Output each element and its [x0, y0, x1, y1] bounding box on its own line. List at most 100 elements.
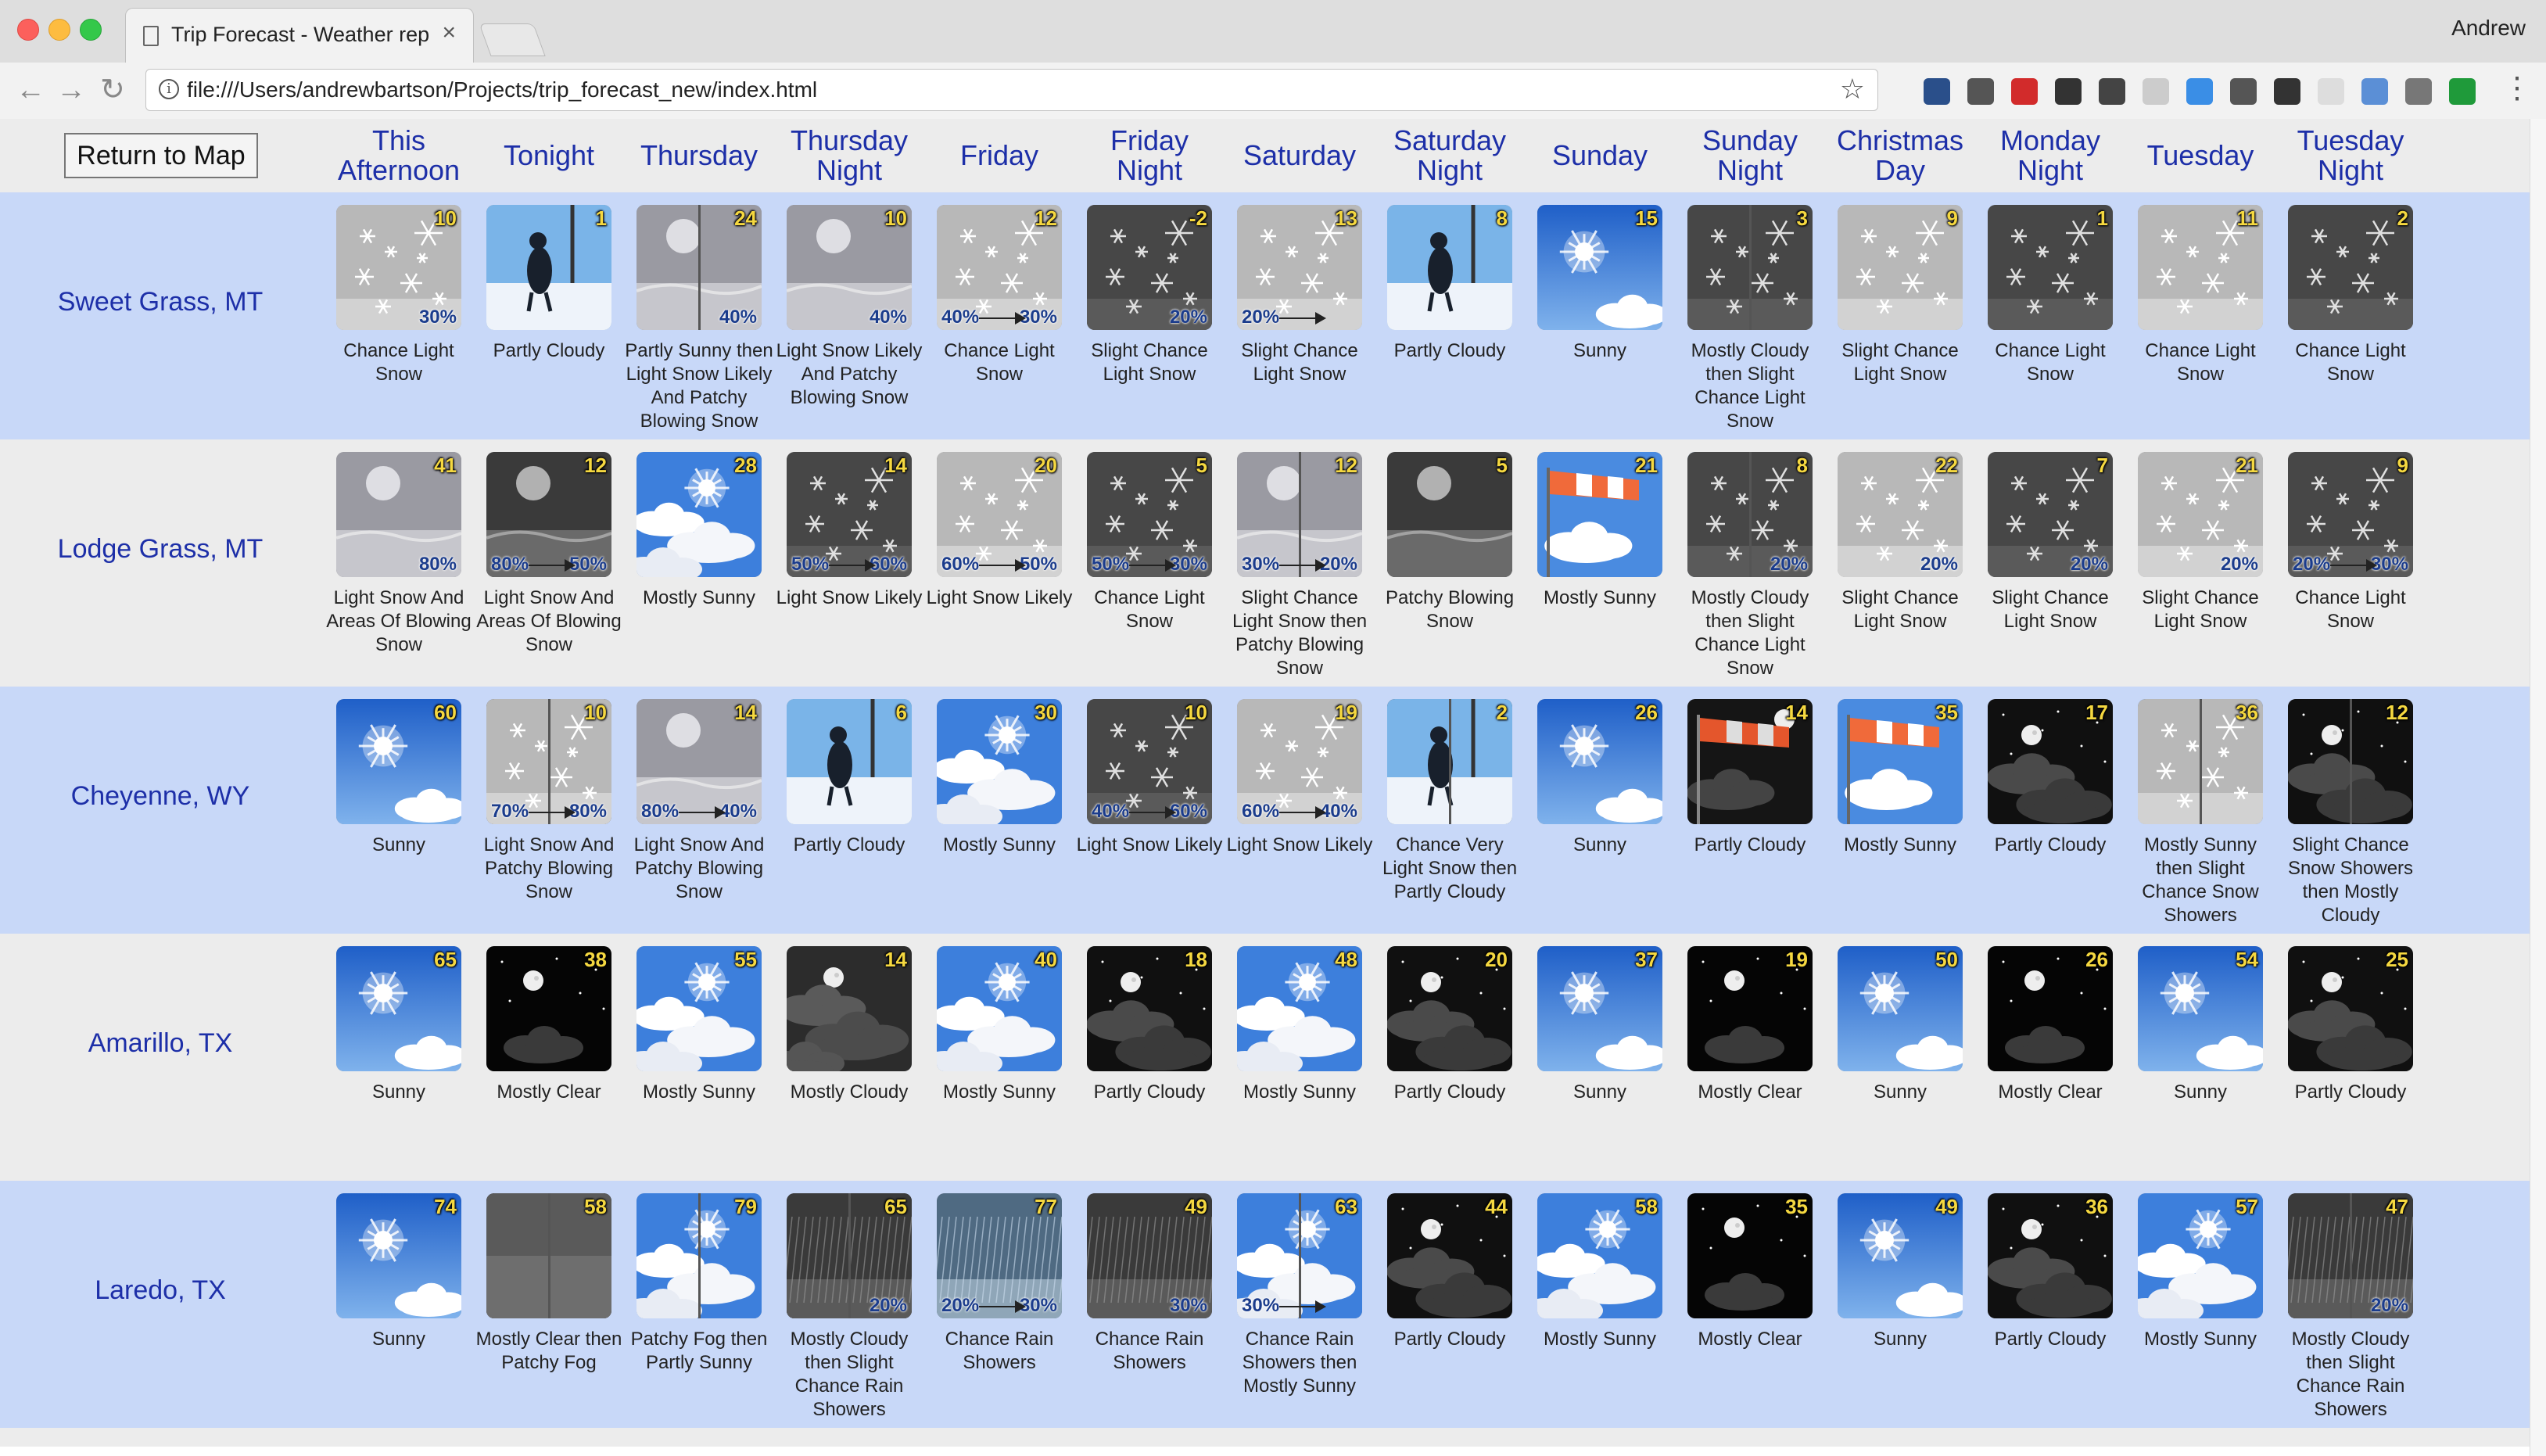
- check-ext-icon[interactable]: [2449, 78, 2476, 105]
- clock-ext-icon[interactable]: [2055, 78, 2082, 105]
- weather-icon: 5: [1387, 452, 1512, 577]
- forecast-description: Mostly Sunny: [1843, 834, 1957, 855]
- forecast-description: Mostly Sunny: [942, 1081, 1056, 1103]
- weather-icon: 12 30% 20%: [1237, 452, 1362, 577]
- icon-divider: [1299, 452, 1301, 577]
- trend-arrow-icon: [529, 559, 576, 572]
- forecast-cell: 21 20% Slight Chance Light Snow: [2126, 452, 2275, 633]
- location-name[interactable]: Laredo, TX: [0, 1181, 321, 1400]
- forward-arrow-icon[interactable]: →: [56, 70, 86, 109]
- trend-arrow-icon: [1279, 312, 1326, 325]
- forecast-description: Chance Light Snow: [2295, 587, 2406, 632]
- precip-chance: 80%: [641, 801, 680, 822]
- weather-icon: 41 80%: [336, 452, 461, 577]
- minimize-window-button[interactable]: [48, 19, 70, 41]
- weather-icon: 1: [1988, 205, 2113, 330]
- back-arrow-icon[interactable]: ←: [16, 70, 45, 109]
- forecast-cell: 10 40% 60% Light Snow Likely: [1075, 699, 1224, 857]
- scrollbar[interactable]: [2530, 119, 2546, 1456]
- temperature: 58: [584, 1195, 607, 1218]
- weather-icon: 28: [636, 452, 762, 577]
- temperature: 36: [2236, 701, 2258, 724]
- info-icon[interactable]: i: [159, 79, 179, 99]
- forecast-description: Light Snow Likely: [1226, 834, 1373, 855]
- forecast-description: Partly Cloudy: [1093, 1081, 1206, 1103]
- nsnow-icon: [2288, 205, 2413, 330]
- temperature: 11: [2236, 206, 2259, 230]
- weather-icon: 79: [636, 1193, 762, 1318]
- tab-close-icon[interactable]: ×: [442, 20, 456, 46]
- forecast-cell: 18 Partly Cloudy: [1075, 946, 1224, 1104]
- location-name[interactable]: Lodge Grass, MT: [0, 439, 321, 658]
- url-text[interactable]: file:///Users/andrewbartson/Projects/tri…: [187, 77, 817, 102]
- weather-icon: 65: [336, 946, 461, 1071]
- forecast-cell: 8 20% Mostly Cloudy then Slight Chance Lig…: [1676, 452, 1824, 680]
- forecast-cell: 54 Sunny: [2126, 946, 2275, 1104]
- calendar-ext-icon[interactable]: [2361, 78, 2388, 105]
- mail-ext-icon[interactable]: [2230, 78, 2257, 105]
- browser-menu-icon[interactable]: ⋮: [2502, 69, 2532, 108]
- bookmark-ext-icon[interactable]: [1924, 78, 1950, 105]
- precip-chance: 40%: [869, 307, 907, 328]
- forecast-cell: 1 Chance Light Snow: [1976, 205, 2125, 386]
- forecast-description: Slight Chance Light Snow: [1841, 340, 1959, 385]
- weather-icon: 58: [486, 1193, 611, 1318]
- precip-chance: 80%: [418, 554, 457, 575]
- icon-divider: [698, 205, 701, 330]
- grammarly-ext-icon[interactable]: [2274, 78, 2300, 105]
- new-tab-button[interactable]: [479, 23, 546, 56]
- weather-icon: 14: [787, 946, 912, 1071]
- location-name[interactable]: Cheyenne, WY: [0, 687, 321, 906]
- document-icon: [143, 26, 159, 46]
- weather-icon: 10 40% 60%: [1087, 699, 1212, 824]
- forecast-cell: 14 Mostly Cloudy: [775, 946, 923, 1104]
- forecast-cell: 28 Mostly Sunny: [625, 452, 773, 610]
- adblock-ext-icon[interactable]: [2011, 78, 2038, 105]
- close-window-button[interactable]: [17, 19, 39, 41]
- forecast-cell: 10 40% Light Snow Likely And Patchy Blowin…: [775, 205, 923, 410]
- forecast-cell: 44 Partly Cloudy: [1375, 1193, 1524, 1351]
- maximize-window-button[interactable]: [80, 19, 102, 41]
- bookmark-star-icon[interactable]: ☆: [1840, 73, 1865, 106]
- weather-icon: 14: [1687, 699, 1813, 824]
- feather-ext-icon[interactable]: [2143, 78, 2169, 105]
- browser-tab[interactable]: Trip Forecast - Weather report ×: [125, 8, 474, 64]
- icon-divider: [2200, 699, 2202, 824]
- weather-icon: 6: [787, 699, 912, 824]
- icon-divider: [1299, 1193, 1301, 1318]
- forecast-cell: 7 20% Slight Chance Light Snow: [1976, 452, 2125, 633]
- forecast-description: Mostly Clear: [1698, 1081, 1802, 1103]
- forecast-description: Mostly Cloudy then Slight Chance Light S…: [1691, 587, 1809, 679]
- evernote-ext-icon[interactable]: [2099, 78, 2125, 105]
- forecast-description: Mostly Sunny then Slight Chance Snow Sho…: [2142, 834, 2259, 926]
- temperature: 63: [1335, 1195, 1357, 1218]
- blank-ext-icon[interactable]: [2318, 78, 2344, 105]
- weather-icon: 10 30%: [336, 205, 461, 330]
- temperature: 2: [1496, 701, 1508, 724]
- temperature: 74: [434, 1195, 457, 1218]
- chrome-ext-icon[interactable]: [2186, 78, 2213, 105]
- weather-icon: 35: [1687, 1193, 1813, 1318]
- temperature: 9: [1946, 206, 1958, 230]
- temperature: 10: [434, 206, 457, 230]
- address-bar[interactable]: i file:///Users/andrewbartson/Projects/t…: [145, 69, 1878, 111]
- temperature: 22: [1935, 454, 1958, 477]
- weather-icon: 19: [1687, 946, 1813, 1071]
- temperature: 18: [1185, 948, 1207, 971]
- weather-icon: 11: [2138, 205, 2263, 330]
- precip-chance: 20%: [1920, 554, 1958, 575]
- reload-icon[interactable]: ↻: [100, 70, 125, 109]
- return-to-map-button[interactable]: Return to Map: [64, 133, 258, 178]
- temperature: 35: [1935, 701, 1958, 724]
- profile-name[interactable]: Andrew: [2451, 16, 2526, 41]
- trend-arrow-icon: [1129, 806, 1176, 819]
- jb-ext-icon[interactable]: [1967, 78, 1994, 105]
- location-name[interactable]: Amarillo, TX: [0, 934, 321, 1153]
- location-name[interactable]: Sweet Grass, MT: [0, 192, 321, 411]
- bug-ext-icon[interactable]: [2405, 78, 2432, 105]
- temperature: 49: [1185, 1195, 1207, 1218]
- trend-arrow-icon: [679, 806, 726, 819]
- forecast-description: Slight Chance Light Snow then Patchy Blo…: [1232, 587, 1368, 679]
- forecast-description: Light Snow Likely: [776, 587, 923, 608]
- forecast-cell: 63 30% Chance Rain Showers then Mostly Sun…: [1225, 1193, 1374, 1398]
